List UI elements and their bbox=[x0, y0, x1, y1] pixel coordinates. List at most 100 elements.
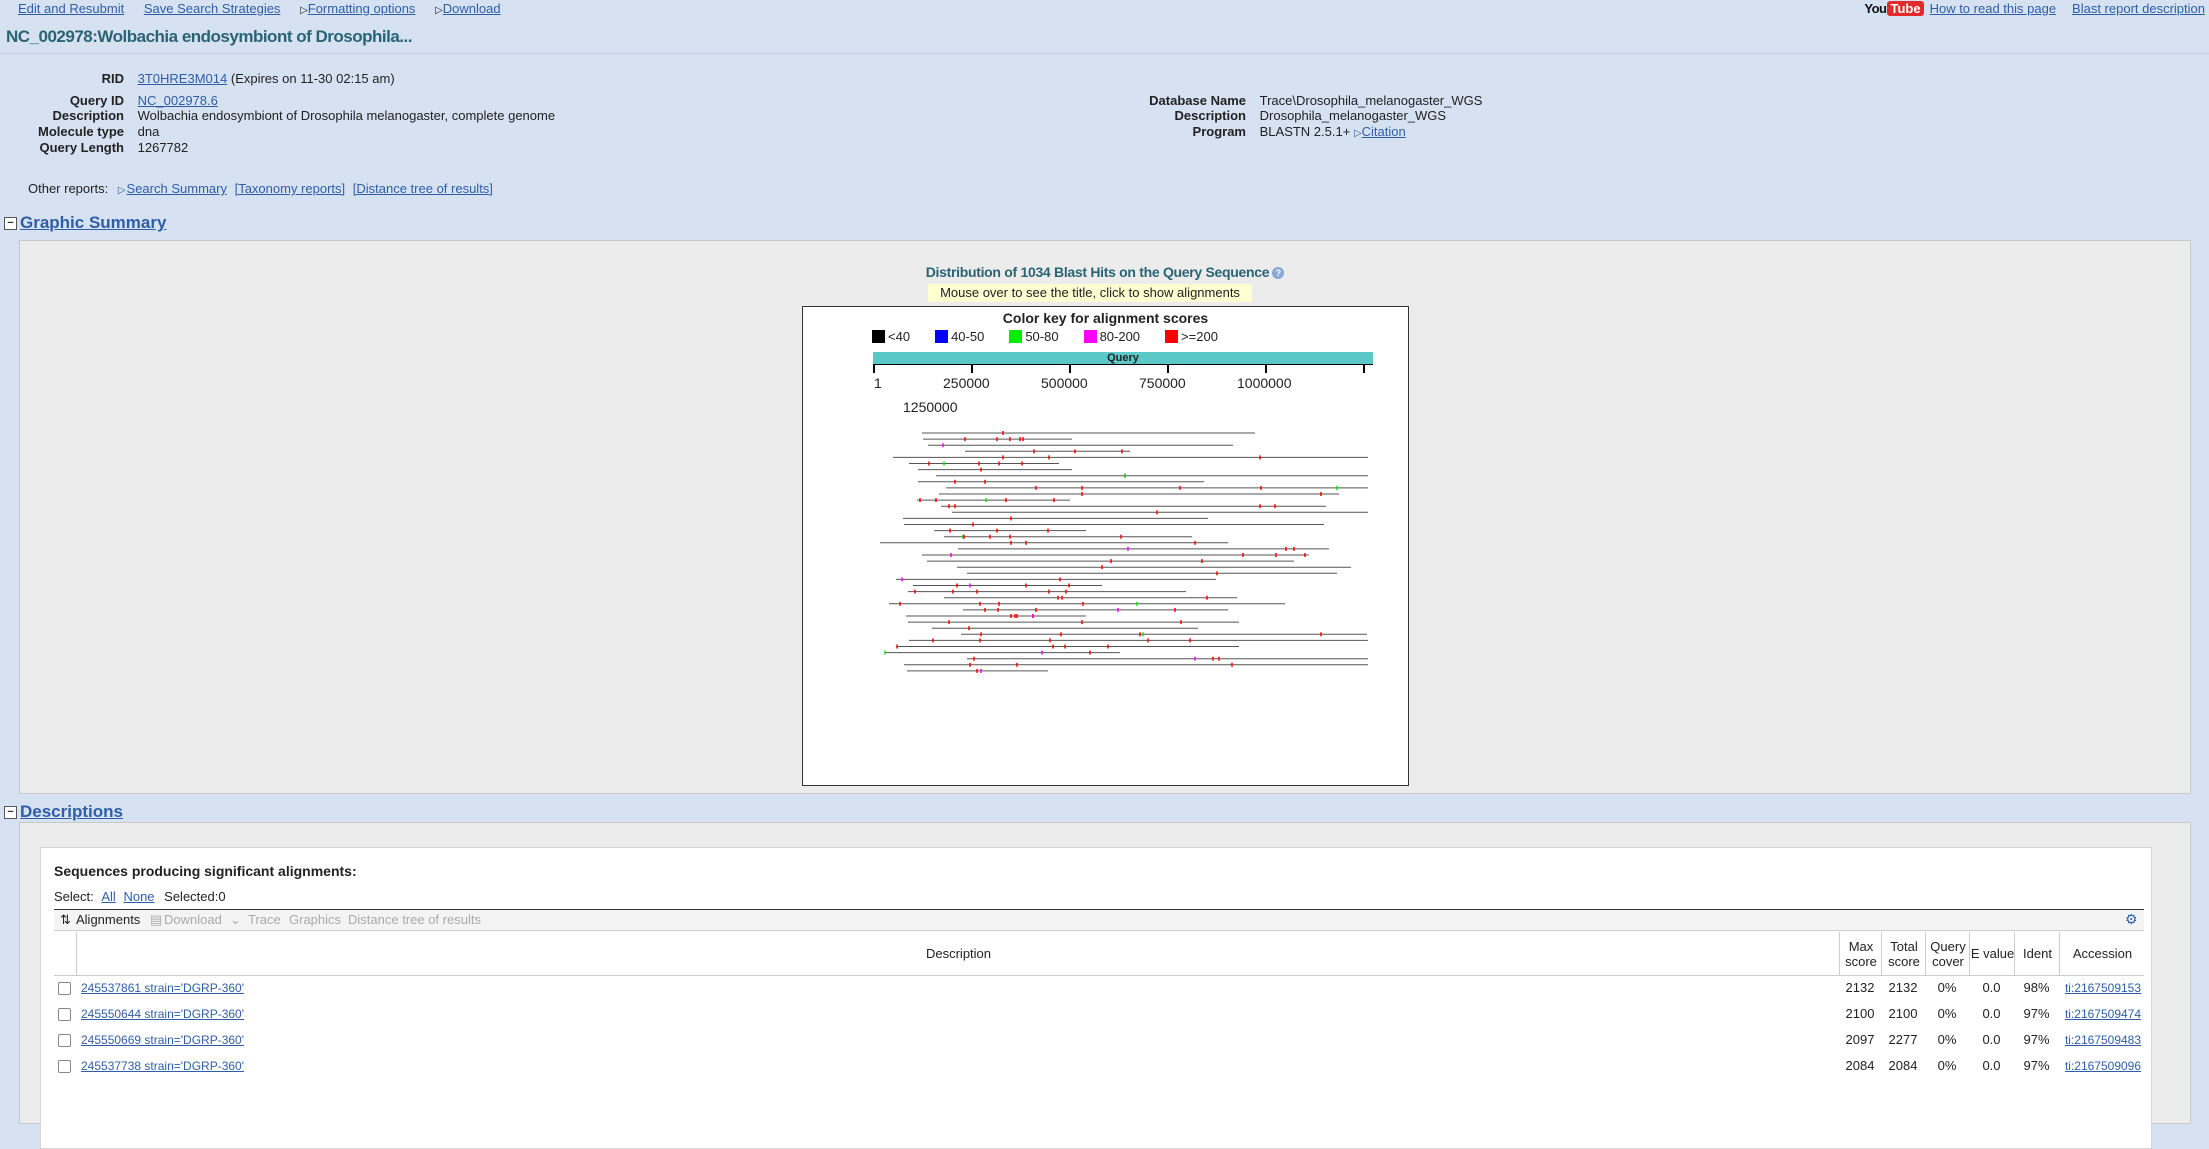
program-row: Program BLASTN 2.5.1+ ▷Citation bbox=[0, 124, 1406, 140]
db-description-row: Description Drosophila_melanogaster_WGS bbox=[0, 108, 1446, 124]
ident-cell: 97% bbox=[2023, 1006, 2050, 1021]
select-label: Select: bbox=[54, 889, 94, 904]
how-to-read-link[interactable]: How to read this page bbox=[1930, 1, 2056, 16]
alignments-tab[interactable]: Alignments bbox=[76, 910, 140, 930]
db-description-label: Description bbox=[1174, 108, 1246, 123]
database-name-row: Database Name Trace\Drosophila_melanogas… bbox=[0, 93, 1482, 109]
select-all-link[interactable]: All bbox=[101, 889, 115, 904]
divider bbox=[0, 53, 2209, 54]
query-cover-cell: 0% bbox=[1937, 1032, 1957, 1047]
query-cover-cell: 0% bbox=[1937, 1006, 1957, 1021]
sort-icon: ⇅ bbox=[60, 912, 71, 927]
hit-tracks[interactable] bbox=[803, 307, 1408, 785]
column-accession[interactable]: Accession bbox=[2059, 932, 2145, 975]
citation-link[interactable]: Citation bbox=[1362, 124, 1406, 139]
report-description-link[interactable]: Blast report description bbox=[2072, 1, 2205, 16]
table-row: 245537738 strain='DGRP-360' 2084 2084 0% 0.0… bbox=[54, 1053, 2144, 1079]
distance-tree-link[interactable]: [Distance tree of results] bbox=[353, 181, 493, 196]
help-icon[interactable]: ? bbox=[1272, 267, 1285, 280]
rid-expiry: (Expires on 11-30 02:15 am) bbox=[230, 71, 395, 86]
edit-resubmit-link[interactable]: Edit and Resubmit bbox=[18, 1, 124, 16]
table-row: 245537861 strain='DGRP-360' 2132 2132 0% 0.0… bbox=[54, 975, 2144, 1001]
document-icon: ▤ bbox=[150, 912, 163, 927]
total-score-cell: 2277 bbox=[1888, 1032, 1918, 1047]
query-length-value: 1267782 bbox=[137, 140, 189, 155]
download-dropdown[interactable]: Download bbox=[164, 910, 222, 930]
descriptions-heading[interactable]: Descriptions bbox=[20, 802, 123, 822]
column-query-cover[interactable]: Query cover bbox=[1925, 932, 1970, 975]
max-score-cell: 2132 bbox=[1845, 980, 1875, 995]
description-link[interactable]: 245550644 strain='DGRP-360' bbox=[81, 1001, 244, 1027]
query-length-label: Query Length bbox=[39, 140, 124, 155]
select-row: Select: All None Selected:0 bbox=[54, 889, 226, 904]
other-reports: Other reports: ▷Search Summary [Taxonomy… bbox=[28, 181, 493, 196]
graphic-summary-header[interactable]: − Graphic Summary bbox=[4, 213, 166, 233]
query-cover-cell: 0% bbox=[1937, 980, 1957, 995]
descriptions-toolbar: ⇅ Alignments ▤ Download ⌄ Trace Graphics… bbox=[54, 909, 2144, 931]
row-checkbox[interactable] bbox=[58, 1034, 71, 1047]
total-score-cell: 2132 bbox=[1888, 980, 1918, 995]
program-value: BLASTN 2.5.1+ bbox=[1259, 124, 1351, 139]
max-score-cell: 2100 bbox=[1845, 1006, 1875, 1021]
youtube-logo[interactable]: You Tube bbox=[1848, 1, 1924, 16]
mouseover-hint: Mouse over to see the title, click to sh… bbox=[928, 284, 1252, 302]
collapse-icon[interactable]: − bbox=[4, 805, 17, 819]
row-checkbox[interactable] bbox=[58, 1008, 71, 1021]
table-row: 245550644 strain='DGRP-360' 2100 2100 0% 0.0… bbox=[54, 1001, 2144, 1027]
program-label: Program bbox=[1192, 124, 1246, 139]
e-value-cell: 0.0 bbox=[1982, 980, 2001, 995]
ident-cell: 97% bbox=[2023, 1032, 2050, 1047]
select-none-link[interactable]: None bbox=[123, 889, 154, 904]
descriptions-table-container: Sequences producing significant alignmen… bbox=[40, 847, 2152, 1149]
description-link[interactable]: 245550669 strain='DGRP-360' bbox=[81, 1027, 244, 1053]
e-value-cell: 0.0 bbox=[1982, 1006, 2001, 1021]
column-e-value[interactable]: E value bbox=[1969, 932, 2015, 975]
taxonomy-reports-link[interactable]: [Taxonomy reports] bbox=[235, 181, 346, 196]
search-summary-link[interactable]: Search Summary bbox=[127, 181, 227, 196]
graphic-summary-panel: Distribution of 1034 Blast Hits on the Q… bbox=[19, 240, 2191, 794]
selected-count: Selected:0 bbox=[164, 889, 226, 904]
save-search-strategies-link[interactable]: Save Search Strategies bbox=[144, 1, 281, 16]
other-reports-label: Other reports: bbox=[28, 181, 109, 196]
graphic-summary-heading[interactable]: Graphic Summary bbox=[20, 213, 166, 233]
collapse-icon[interactable]: − bbox=[4, 216, 17, 230]
column-description[interactable]: Description bbox=[76, 932, 1840, 975]
description-link[interactable]: 245537738 strain='DGRP-360' bbox=[81, 1053, 244, 1079]
column-max-score[interactable]: Max score bbox=[1839, 932, 1882, 975]
accession-link[interactable]: ti:2167509474 bbox=[2062, 1001, 2144, 1027]
db-description-value: Drosophila_melanogaster_WGS bbox=[1259, 108, 1447, 123]
rid-link[interactable]: 3T0HRE3M014 bbox=[138, 71, 228, 86]
accession-link[interactable]: ti:2167509483 bbox=[2062, 1027, 2144, 1053]
database-name-value: Trace\Drosophila_melanogaster_WGS bbox=[1259, 93, 1483, 108]
row-checkbox[interactable] bbox=[58, 982, 71, 995]
e-value-cell: 0.0 bbox=[1982, 1032, 2001, 1047]
accession-link[interactable]: ti:2167509153 bbox=[2062, 975, 2144, 1001]
formatting-options-link[interactable]: Formatting options bbox=[308, 1, 416, 16]
max-score-cell: 2097 bbox=[1845, 1032, 1875, 1047]
alignment-graphic[interactable]: Color key for alignment scores <40 40-50… bbox=[802, 306, 1409, 786]
column-ident[interactable]: Ident bbox=[2014, 932, 2060, 975]
table-row: 245550669 strain='DGRP-360' 2097 2277 0% 0.0… bbox=[54, 1027, 2144, 1053]
gear-icon[interactable]: ⚙ bbox=[2125, 912, 2138, 926]
accession-link[interactable]: ti:2167509096 bbox=[2062, 1053, 2144, 1079]
row-checkbox[interactable] bbox=[58, 1060, 71, 1073]
column-total-score[interactable]: Total score bbox=[1881, 932, 1926, 975]
triangle-right-icon: ▷ bbox=[117, 185, 126, 196]
trace-link[interactable]: Trace bbox=[248, 910, 281, 930]
page-title: NC_002978:Wolbachia endosymbiont of Dros… bbox=[6, 27, 412, 46]
ident-cell: 98% bbox=[2023, 980, 2050, 995]
query-length-row: Query Length 1267782 bbox=[0, 140, 188, 156]
formatting-options-toggle[interactable]: ▷Formatting options bbox=[300, 1, 415, 16]
distance-tree-toolbar-link[interactable]: Distance tree of results bbox=[348, 910, 481, 930]
chevron-down-icon: ⌄ bbox=[230, 912, 241, 927]
top-right-links: You Tube How to read this page Blast repo… bbox=[1832, 1, 2205, 16]
descriptions-header[interactable]: − Descriptions bbox=[4, 802, 123, 822]
description-link[interactable]: 245537861 strain='DGRP-360' bbox=[81, 975, 244, 1001]
table-header: Description Max score Total score Query … bbox=[54, 932, 2144, 976]
query-cover-cell: 0% bbox=[1937, 1058, 1957, 1073]
download-toggle[interactable]: ▷Download bbox=[435, 1, 501, 16]
distribution-title: Distribution of 1034 Blast Hits on the Q… bbox=[20, 264, 2190, 280]
graphics-link[interactable]: Graphics bbox=[289, 910, 341, 930]
download-link[interactable]: Download bbox=[443, 1, 501, 16]
max-score-cell: 2084 bbox=[1845, 1058, 1875, 1073]
